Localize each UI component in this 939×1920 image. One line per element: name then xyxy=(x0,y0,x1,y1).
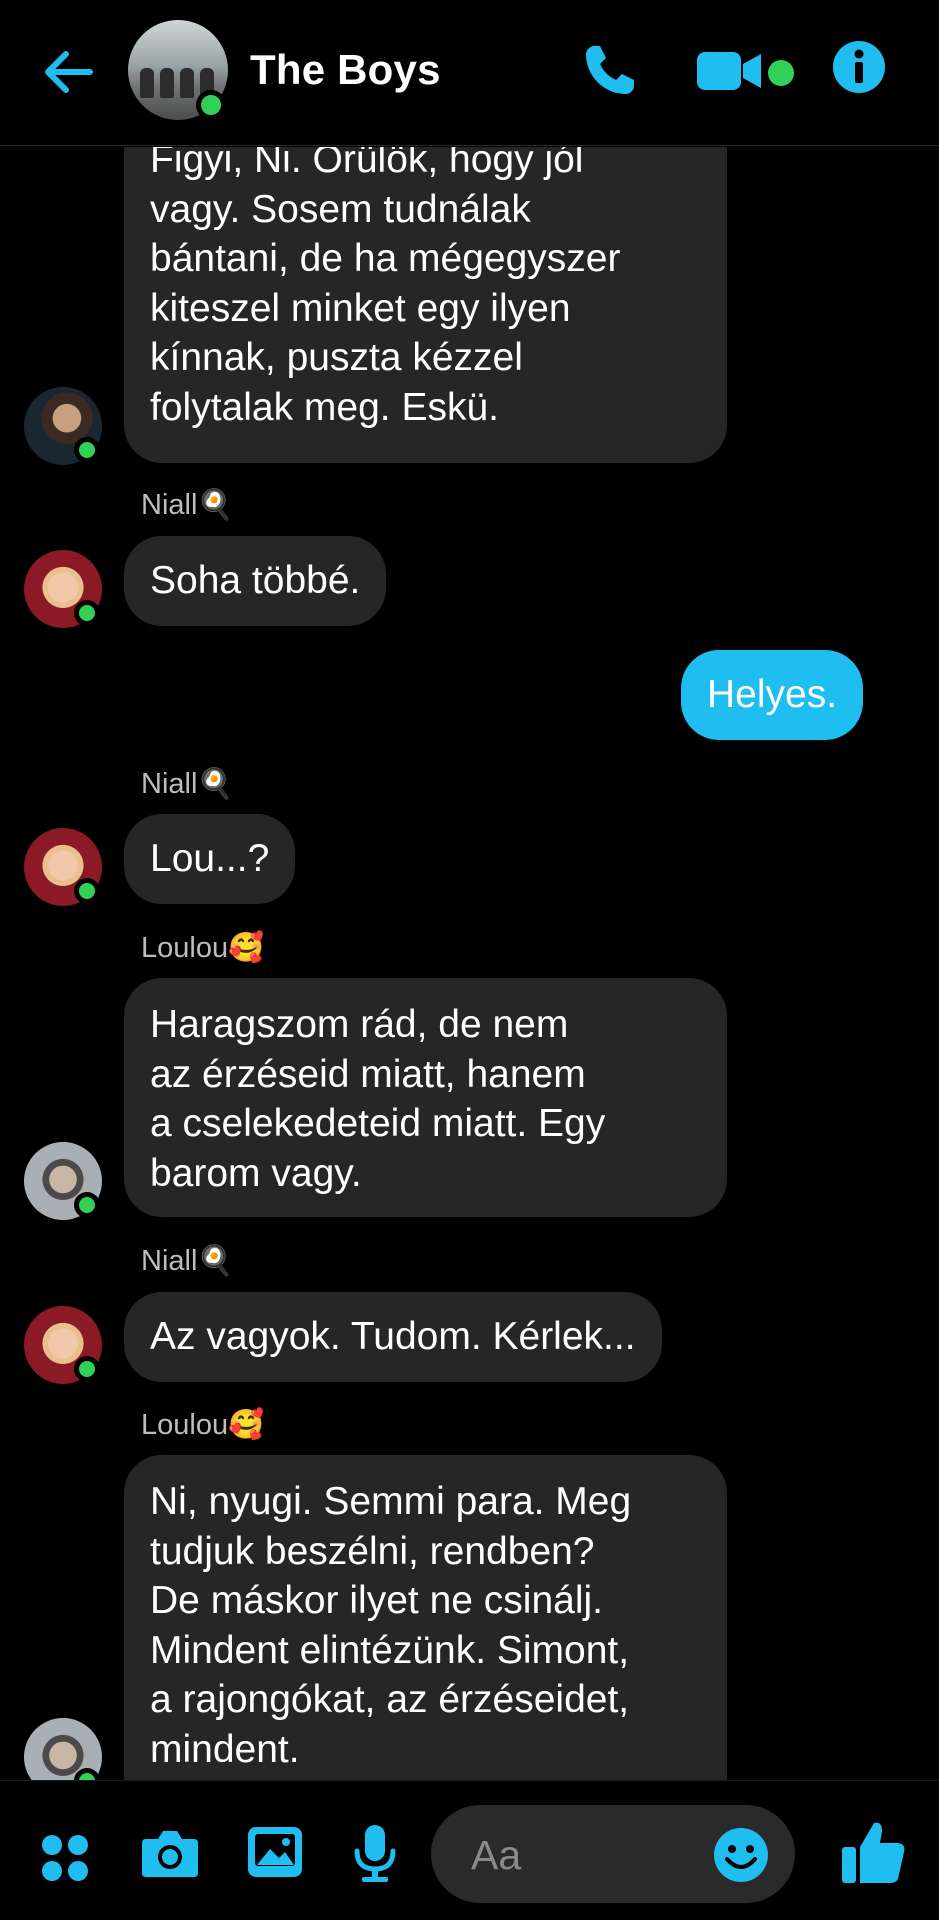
video-active-dot xyxy=(768,60,794,86)
apps-icon[interactable] xyxy=(40,1833,90,1883)
info-icon[interactable] xyxy=(832,40,886,94)
chat-title[interactable]: The Boys xyxy=(250,46,441,94)
message-bubble[interactable]: Az vagyok. Tudom. Kérlek... xyxy=(124,1292,662,1382)
message-bubble[interactable]: Ni, nyugi. Semmi para. Meg tudjuk beszél… xyxy=(124,1455,727,1780)
message-bubble-outgoing[interactable]: Helyes. xyxy=(681,650,864,740)
online-status-indicator xyxy=(74,437,100,463)
phone-call-icon[interactable] xyxy=(580,40,640,100)
sender-name: Niall🍳 xyxy=(141,1245,234,1277)
composer-bar: Aa xyxy=(0,1780,939,1920)
online-status-indicator xyxy=(74,1192,100,1218)
sender-name: Loulou🥰 xyxy=(141,932,265,964)
back-arrow-icon[interactable] xyxy=(38,42,98,102)
sender-name: Niall🍳 xyxy=(141,489,234,521)
message-bubble[interactable]: Figyi, Ni. Örülök, hogy jól vagy. Sosem … xyxy=(124,147,727,463)
message-bubble[interactable]: Haragszom rád, de nem az érzéseid miatt,… xyxy=(124,978,727,1217)
microphone-icon[interactable] xyxy=(352,1823,398,1885)
image-icon[interactable] xyxy=(246,1825,304,1879)
message-bubble[interactable]: Lou...? xyxy=(124,814,296,904)
video-call-icon[interactable] xyxy=(695,48,765,94)
online-status-indicator xyxy=(74,1356,100,1382)
sender-name: Loulou🥰 xyxy=(141,1409,265,1441)
emoji-icon[interactable] xyxy=(713,1827,769,1883)
online-status-indicator xyxy=(74,878,100,904)
message-input-placeholder: Aa xyxy=(471,1832,522,1878)
camera-icon[interactable] xyxy=(140,1825,200,1881)
message-bubble[interactable]: Soha többé. xyxy=(124,536,387,626)
thumbs-up-icon[interactable] xyxy=(838,1817,908,1887)
online-status-indicator xyxy=(74,600,100,626)
chat-header: The Boys xyxy=(0,0,939,146)
sender-name: Niall🍳 xyxy=(141,768,234,800)
message-input[interactable]: Aa xyxy=(431,1805,795,1903)
online-status-indicator xyxy=(196,90,226,120)
message-list[interactable]: Figyi, Ni. Örülök, hogy jól vagy. Sosem … xyxy=(0,147,939,1780)
